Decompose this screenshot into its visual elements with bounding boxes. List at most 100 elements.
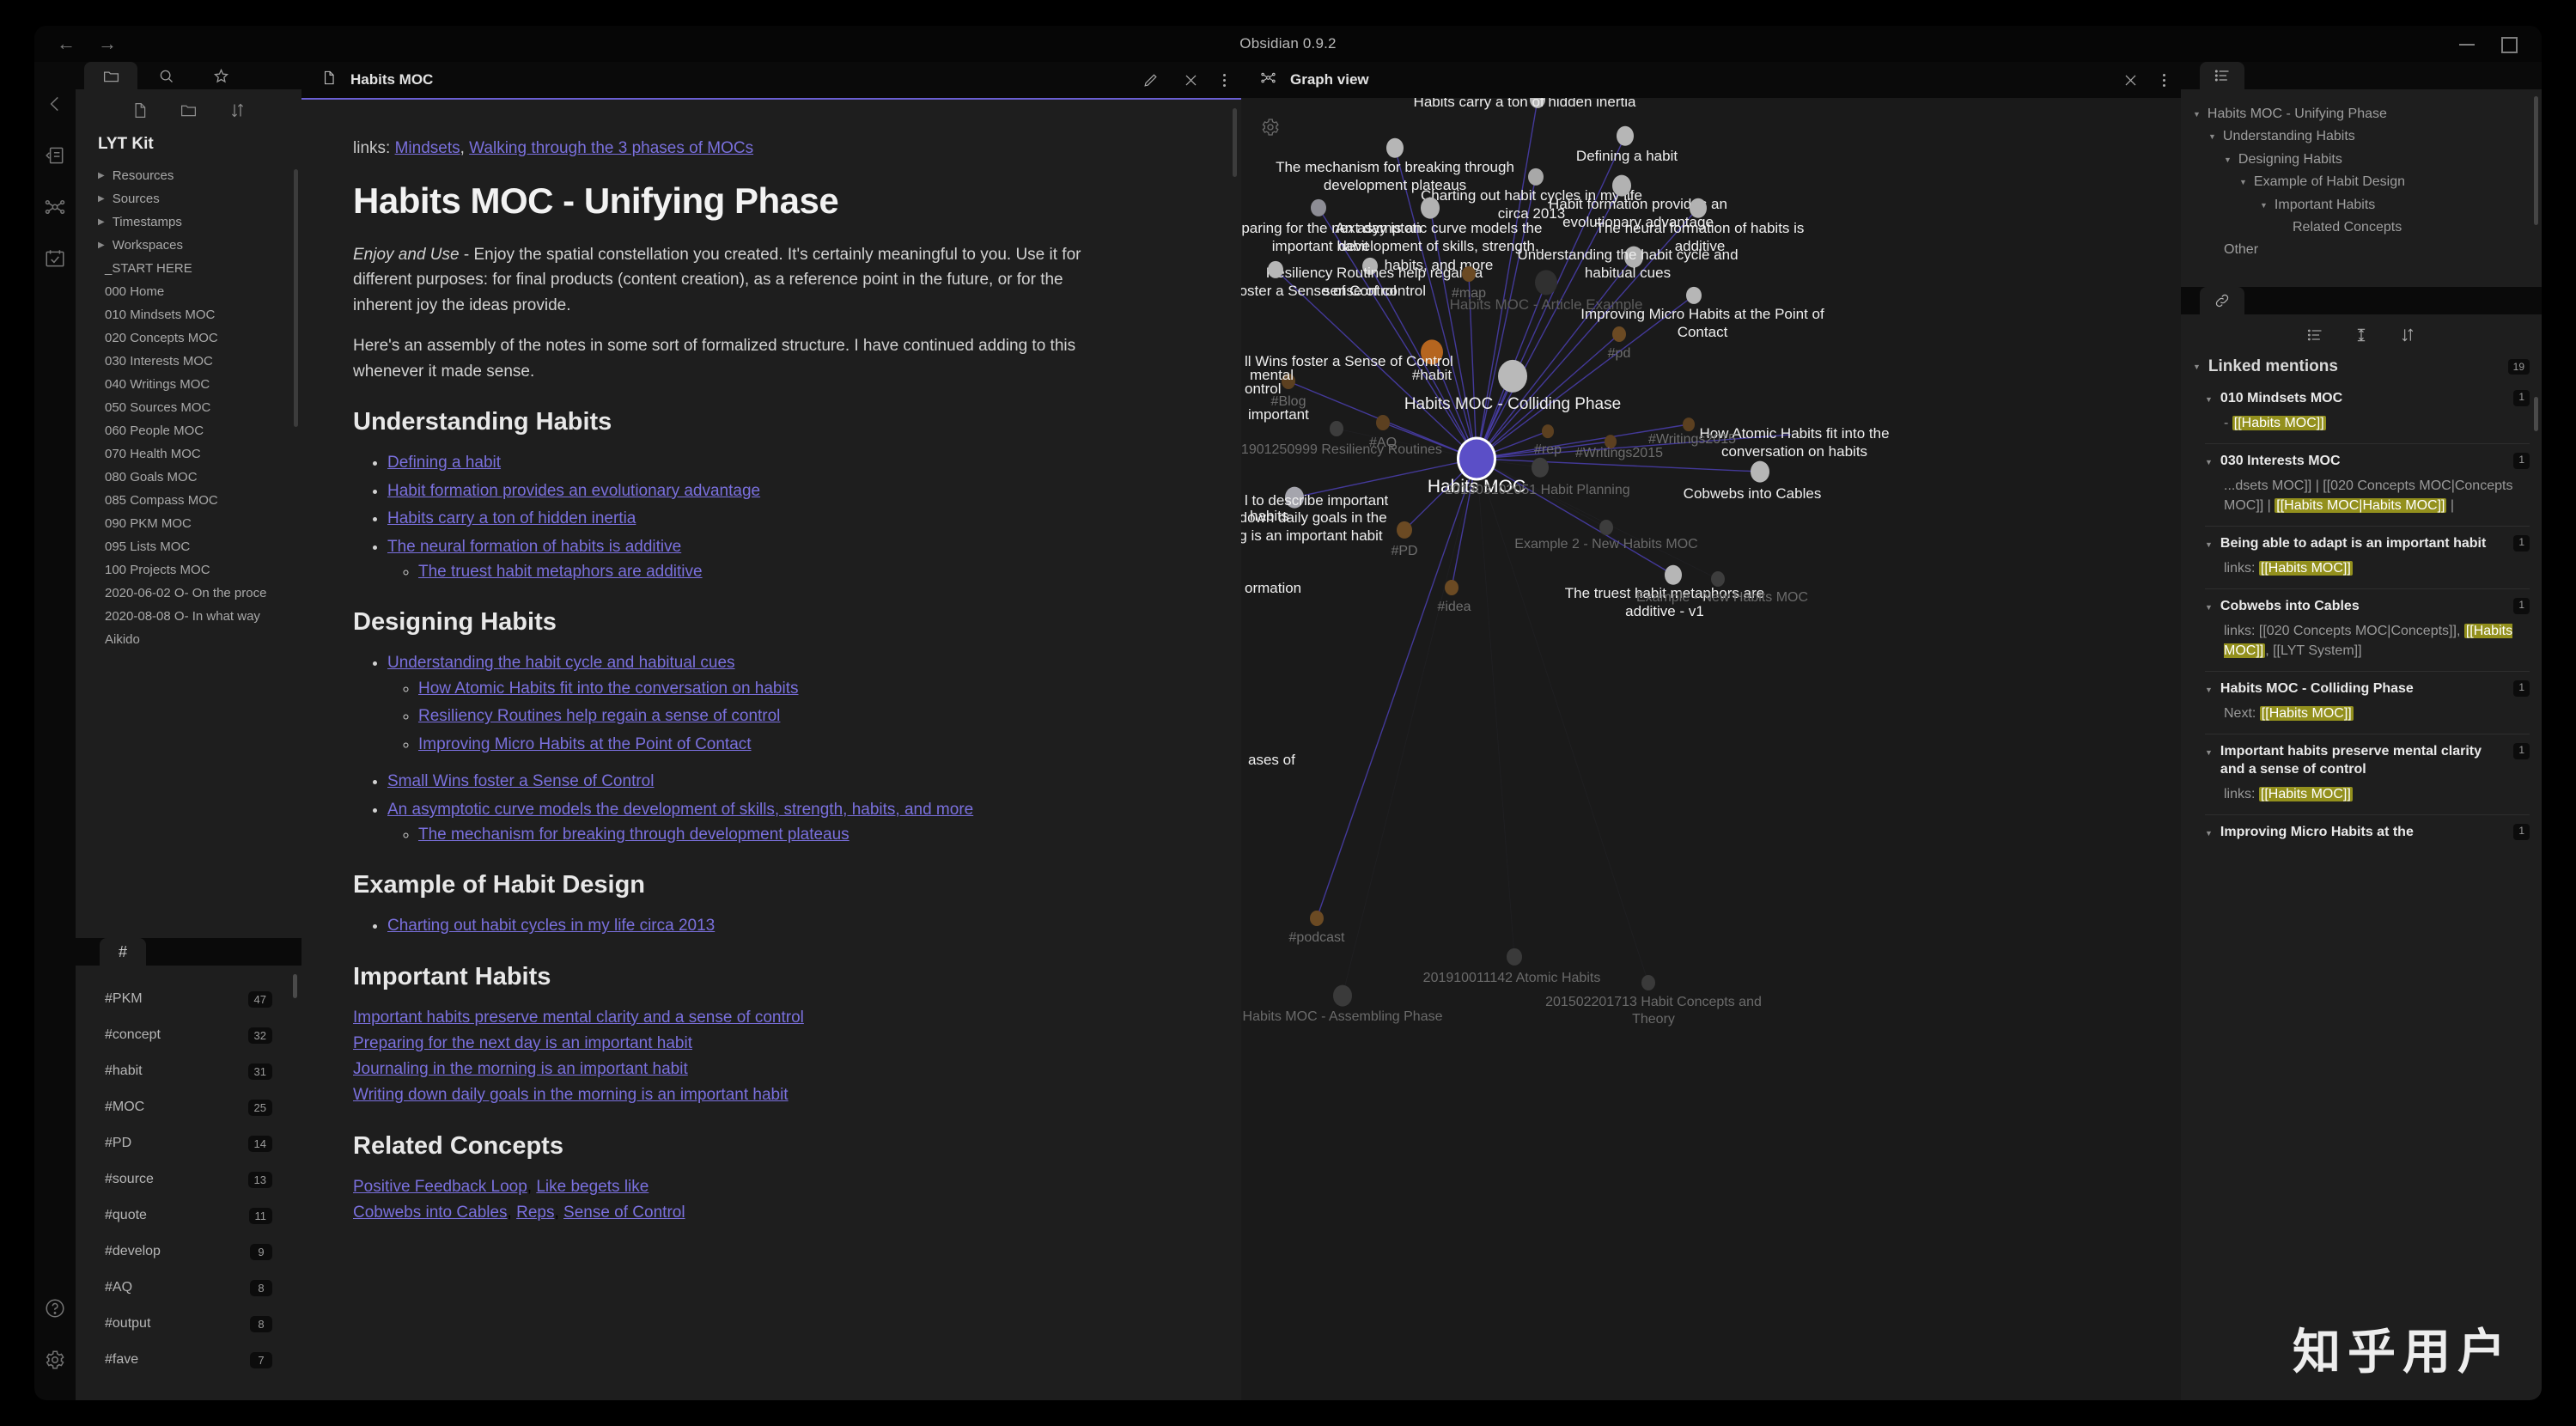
note-link[interactable]: Cobwebs into Cables xyxy=(353,1204,508,1222)
outline-item[interactable]: Related Concepts xyxy=(2181,216,2542,239)
mentions-scrollbar[interactable] xyxy=(2534,397,2538,431)
outline-item[interactable]: ▼ Designing Habits xyxy=(2181,149,2542,171)
graph-node[interactable] xyxy=(1612,326,1626,342)
open-note-icon[interactable] xyxy=(44,144,66,167)
file-item[interactable]: 090 PKM MOC xyxy=(76,512,301,535)
mention-group-header[interactable]: ▼ Habits MOC - Colliding Phase 1 xyxy=(2193,673,2530,702)
graph-node[interactable] xyxy=(1683,417,1695,431)
note-link[interactable]: Important habits preserve mental clarity… xyxy=(353,1009,804,1027)
graph-icon[interactable] xyxy=(44,196,66,218)
graph-canvas[interactable]: Habits MOC Habits MOC - Colliding Phase #h… xyxy=(1241,98,2181,1400)
file-item[interactable]: 010 Mindsets MOC xyxy=(76,303,301,326)
file-item[interactable]: 095 Lists MOC xyxy=(76,535,301,558)
editor-scrollbar[interactable] xyxy=(1233,108,1237,177)
note-link[interactable]: The neural formation of habits is additi… xyxy=(387,538,681,556)
graph-node[interactable] xyxy=(1282,374,1295,389)
graph-node[interactable] xyxy=(1333,984,1352,1007)
help-icon[interactable] xyxy=(44,1297,66,1319)
graph-node-active[interactable] xyxy=(1459,439,1494,478)
graph-node[interactable] xyxy=(1751,460,1769,483)
graph-node[interactable] xyxy=(1285,486,1304,509)
graph-node[interactable] xyxy=(1599,520,1613,535)
note-link[interactable]: An asymptotic curve models the developme… xyxy=(387,801,973,819)
tag-row[interactable]: #source 13 xyxy=(76,1161,301,1197)
graph-node[interactable] xyxy=(1421,197,1440,219)
search-tab[interactable] xyxy=(139,62,192,89)
outline-item[interactable]: ▼ Habits MOC - Unifying Phase xyxy=(2181,103,2542,125)
show-context-icon[interactable] xyxy=(2353,326,2370,344)
tag-row[interactable]: #fave 7 xyxy=(76,1342,301,1378)
note-link[interactable]: Habits carry a ton of hidden inertia xyxy=(387,509,636,527)
mention-group-context[interactable]: ...dsets MOC]] | [[020 Concepts MOC|Conc… xyxy=(2193,474,2530,524)
graph-node[interactable] xyxy=(1498,359,1527,393)
folder-item[interactable]: ▶ Workspaces xyxy=(76,234,301,257)
file-item[interactable]: 040 Writings MOC xyxy=(76,373,301,396)
file-item[interactable]: 060 People MOC xyxy=(76,419,301,442)
graph-node[interactable] xyxy=(1376,415,1390,430)
maximize-button[interactable] xyxy=(2500,36,2518,53)
file-item[interactable]: 100 Projects MOC xyxy=(76,558,301,582)
mention-group-header[interactable]: ▼ 010 Mindsets MOC 1 xyxy=(2193,383,2530,411)
file-item[interactable]: 2020-06-02 O- On the proce xyxy=(76,582,301,605)
tag-row[interactable]: #PD 14 xyxy=(76,1125,301,1161)
gear-icon[interactable] xyxy=(44,1349,66,1371)
tag-row[interactable]: #develop 9 xyxy=(76,1234,301,1270)
graph-node[interactable] xyxy=(1617,125,1634,146)
note-link[interactable]: Reps xyxy=(516,1204,554,1222)
new-note-button[interactable] xyxy=(131,101,149,119)
graph-node[interactable] xyxy=(1641,975,1655,990)
mention-group-header[interactable]: ▼ Being able to adapt is an important hab… xyxy=(2193,528,2530,557)
mention-group-context[interactable]: links: [[Habits MOC]] xyxy=(2193,783,2530,813)
linked-mentions-header[interactable]: ▼ Linked mentions 19 xyxy=(2181,354,2542,383)
outline-scrollbar[interactable] xyxy=(2534,96,2538,225)
tags-tab[interactable]: # xyxy=(100,938,146,966)
note-link[interactable]: Improving Micro Habits at the Point of C… xyxy=(418,735,752,753)
note-link[interactable]: Charting out habit cycles in my life cir… xyxy=(387,917,715,935)
calendar-icon[interactable] xyxy=(44,247,66,270)
note-link[interactable]: How Atomic Habits fit into the conversat… xyxy=(418,679,799,698)
tag-row[interactable]: #PKM 47 xyxy=(76,981,301,1017)
mention-group-header[interactable]: ▼ Important habits preserve mental clarit… xyxy=(2193,736,2530,783)
file-item[interactable]: _START HERE xyxy=(76,257,301,280)
collapse-results-icon[interactable] xyxy=(2306,326,2323,344)
link-walking-phases[interactable]: Walking through the 3 phases of MOCs xyxy=(469,139,753,157)
file-item[interactable]: 080 Goals MOC xyxy=(76,466,301,489)
tag-row[interactable]: #quote 11 xyxy=(76,1197,301,1234)
more-options-icon[interactable] xyxy=(1223,73,1226,87)
link-mindsets[interactable]: Mindsets xyxy=(395,139,460,157)
tag-row[interactable]: #AQ 8 xyxy=(76,1270,301,1306)
folder-item[interactable]: ▶ Resources xyxy=(76,164,301,187)
file-item[interactable]: 2020-08-08 O- In what way xyxy=(76,605,301,628)
files-tab[interactable] xyxy=(84,62,137,89)
outline-item[interactable]: ▼ Example of Habit Design xyxy=(2181,171,2542,193)
tag-row[interactable]: #habit 31 xyxy=(76,1053,301,1089)
note-link[interactable]: Positive Feedback Loop xyxy=(353,1178,527,1196)
outline-item[interactable]: ▼ Important Habits xyxy=(2181,194,2542,216)
note-link[interactable]: The truest habit metaphors are additive xyxy=(418,563,703,581)
note-link[interactable]: Like begets like xyxy=(536,1178,649,1196)
more-options-icon[interactable] xyxy=(2163,73,2165,87)
backlinks-tab[interactable] xyxy=(2200,287,2244,314)
sort-button[interactable] xyxy=(228,101,247,119)
close-icon[interactable] xyxy=(1183,72,1199,88)
note-link[interactable]: Habit formation provides an evolutionary… xyxy=(387,482,760,500)
tag-row[interactable]: #concept 32 xyxy=(76,1017,301,1053)
graph-node[interactable] xyxy=(1690,198,1707,218)
graph-node[interactable] xyxy=(1310,911,1324,926)
graph-node[interactable] xyxy=(1542,424,1554,438)
note-link[interactable]: Resiliency Routines help regain a sense … xyxy=(418,707,780,725)
graph-node[interactable] xyxy=(1624,246,1643,268)
note-link[interactable]: Defining a habit xyxy=(387,454,501,472)
file-item[interactable]: 020 Concepts MOC xyxy=(76,326,301,350)
graph-node[interactable] xyxy=(1605,435,1617,448)
close-icon[interactable] xyxy=(2122,72,2139,88)
folder-item[interactable]: ▶ Sources xyxy=(76,187,301,210)
tag-pane-scrollbar[interactable] xyxy=(293,974,297,998)
tag-row[interactable]: #output 8 xyxy=(76,1306,301,1342)
new-folder-button[interactable] xyxy=(180,101,198,119)
mention-group-context[interactable]: links: [[Habits MOC]] xyxy=(2193,557,2530,587)
note-link[interactable]: Small Wins foster a Sense of Control xyxy=(387,772,654,790)
mention-group-context[interactable]: links: [[020 Concepts MOC|Concepts]], [[… xyxy=(2193,619,2530,669)
sort-icon[interactable] xyxy=(2399,326,2416,344)
note-link[interactable]: Sense of Control xyxy=(563,1204,685,1222)
